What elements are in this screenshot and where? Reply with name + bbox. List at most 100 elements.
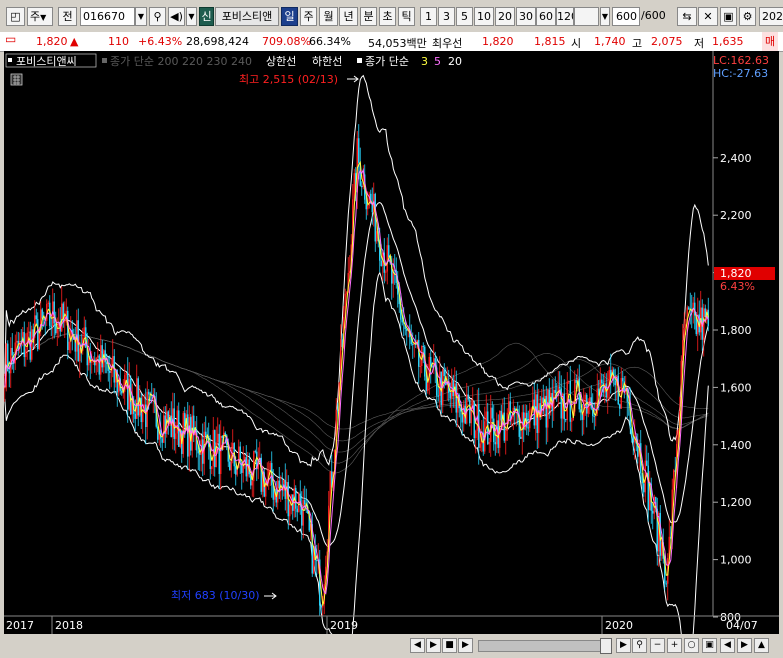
market-select[interactable]: 주▼ (27, 7, 53, 26)
low-annotation: 최저 683 (10/30) (171, 589, 260, 602)
high-annotation: 최고 2,515 (02/13) (239, 73, 338, 86)
legend-ma5: 5 (434, 55, 441, 68)
date-input[interactable]: 2020 (759, 7, 783, 26)
candle-body (37, 319, 39, 350)
candle-body (431, 366, 433, 368)
candle-body (10, 347, 12, 374)
chart-window: ◰ 주▼ 전 016670 ▼ ⚲ ◀) ▼ 신 포비스티앤 일 주 월 년 분… (0, 0, 783, 658)
time-label-2018: 2018 (55, 619, 83, 632)
swap-icon[interactable]: ⇆ (677, 7, 697, 26)
candle-body (83, 327, 85, 338)
time-axis: 2017 2018 2019 2020 04/07 (6, 616, 758, 634)
candle-body (127, 372, 129, 410)
current-price: 1,820 (36, 35, 68, 48)
right-arrow-icon (347, 75, 359, 83)
candle-body (134, 413, 136, 419)
candle-body (302, 500, 304, 526)
price-chart[interactable]: 포비스티앤씨 종가 단순 200 220 230 240 상한선 하한선 종가 … (4, 51, 779, 634)
save-icon[interactable]: ▣ (720, 7, 737, 26)
candle-body (479, 443, 481, 448)
chevron-down-icon[interactable]: ▼ (186, 7, 197, 26)
scroll-track[interactable] (478, 640, 610, 652)
scroll-up-icon[interactable]: ▲ (754, 638, 769, 653)
candle-body (218, 433, 220, 475)
candle-body (28, 331, 30, 333)
interval-3-button[interactable]: 3 (438, 7, 455, 26)
chevron-down-icon[interactable]: ▼ (600, 7, 610, 26)
bid-value: 1,820 (482, 35, 514, 48)
upper-band-line (4, 74, 709, 467)
interval-10-button[interactable]: 10 (474, 7, 494, 26)
next-page-icon[interactable]: ▶ (737, 638, 752, 653)
period-minute-button[interactable]: 분 (360, 7, 377, 26)
search-icon[interactable]: ⚲ (149, 7, 166, 26)
checkbox-icon[interactable]: ▭ (5, 32, 16, 46)
ask-value: 1,815 (534, 35, 566, 48)
candle-body (449, 392, 451, 399)
time-label-2017: 2017 (6, 619, 34, 632)
first-icon[interactable]: ◀ (410, 638, 425, 653)
crosshair-icon[interactable]: ✕ (698, 7, 718, 26)
prev-button[interactable]: 전 (58, 7, 77, 26)
legend-stock-name: 포비스티앤씨 (16, 55, 77, 68)
prev-page-icon[interactable]: ◀ (720, 638, 735, 653)
candle-body (688, 307, 690, 310)
speaker-icon[interactable]: ◀) (168, 7, 185, 26)
interval-1-button[interactable]: 1 (420, 7, 437, 26)
open-value: 1,740 (594, 35, 626, 48)
candle-body (61, 303, 63, 332)
low-value: 1,635 (712, 35, 744, 48)
period-week-button[interactable]: 주 (300, 7, 317, 26)
period-day-button[interactable]: 일 (281, 7, 298, 26)
period-tick-button[interactable]: 틱 (398, 7, 415, 26)
interval-5-button[interactable]: 5 (456, 7, 473, 26)
candle-body (388, 245, 390, 258)
candle-body (593, 416, 595, 418)
candle-body (161, 438, 163, 443)
period-second-button[interactable]: 초 (379, 7, 396, 26)
chart-type-icon[interactable]: ◰ (6, 7, 25, 26)
interval-120-button[interactable]: 120 (556, 7, 574, 26)
candle-body (491, 407, 493, 419)
time-label-2020: 2020 (605, 619, 633, 632)
candle-body (559, 386, 561, 389)
code-input[interactable]: 016670 (80, 7, 135, 26)
candle-body (197, 450, 199, 454)
candle-body (361, 185, 363, 188)
interval-30-button[interactable]: 30 (516, 7, 536, 26)
candle-body (304, 500, 306, 505)
legend-upper-limit: 상한선 (266, 55, 296, 68)
period-year-button[interactable]: 년 (339, 7, 358, 26)
priority-label: 최우선 (432, 37, 463, 50)
interval-60-button[interactable]: 60 (536, 7, 556, 26)
scroll-thumb[interactable] (600, 638, 612, 654)
play-icon[interactable]: ▶ (426, 638, 441, 653)
reset-icon[interactable]: ○ (684, 638, 699, 653)
candle-body (97, 355, 99, 358)
scroll-right-icon[interactable]: ▶ (616, 638, 631, 653)
gear-icon[interactable]: ⚙ (739, 7, 756, 26)
code-dropdown-icon[interactable]: ▼ (135, 7, 147, 26)
count-input[interactable]: 600 (612, 7, 640, 26)
candle-body (367, 205, 369, 210)
toolbar: ◰ 주▼ 전 016670 ▼ ⚲ ◀) ▼ 신 포비스티앤 일 주 월 년 분… (0, 0, 783, 33)
candle-body (538, 403, 540, 433)
candle-body (214, 430, 216, 468)
period-month-button[interactable]: 월 (319, 7, 338, 26)
extra-tab[interactable]: 매 (762, 32, 779, 51)
legend-marker-icon (357, 58, 362, 63)
zoom-out-icon[interactable]: − (650, 638, 665, 653)
lower-band-line (4, 271, 709, 634)
stop-icon[interactable]: ■ (442, 638, 457, 653)
candle-body (401, 319, 403, 323)
candle-body (295, 487, 297, 509)
chevron-down-icon: ▼ (40, 13, 47, 22)
fit-icon[interactable]: ▣ (702, 638, 717, 653)
interval-20-button[interactable]: 20 (495, 7, 515, 26)
high-value: 2,075 (651, 35, 683, 48)
next-icon[interactable]: ▶ (458, 638, 473, 653)
search-icon[interactable]: ⚲ (632, 638, 647, 653)
interval-custom-button[interactable] (574, 7, 599, 26)
zoom-in-icon[interactable]: + (667, 638, 682, 653)
candle-body (365, 199, 367, 210)
